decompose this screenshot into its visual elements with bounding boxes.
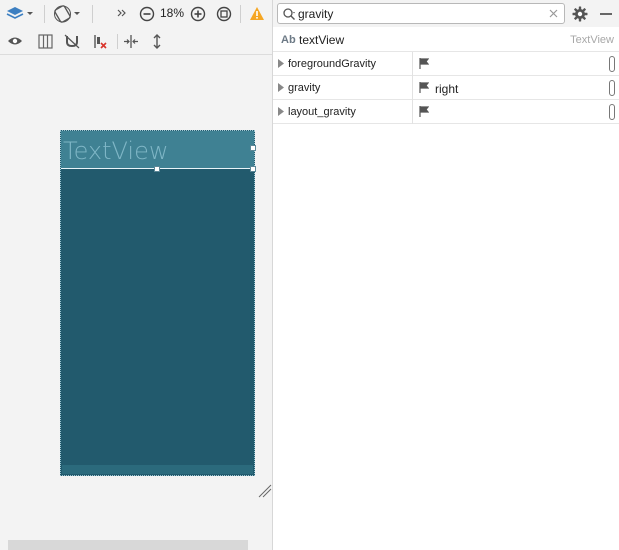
pack-horizontal-button[interactable] bbox=[122, 33, 139, 49]
constraint-toolbar bbox=[0, 28, 272, 55]
view-options-button[interactable] bbox=[6, 34, 24, 48]
expand-vertical-icon bbox=[153, 33, 161, 49]
autoconnect-toggle[interactable] bbox=[63, 33, 80, 49]
overflow-chevron-icon[interactable] bbox=[115, 6, 129, 20]
textview-type-icon: Ab bbox=[281, 34, 296, 46]
attribute-search-box[interactable] bbox=[277, 3, 565, 24]
eye-icon bbox=[8, 37, 22, 45]
right-resize-handle[interactable] bbox=[250, 145, 256, 151]
corner-resize-handle[interactable] bbox=[250, 166, 256, 172]
search-icon bbox=[283, 8, 295, 20]
magnet-off-icon bbox=[64, 34, 79, 48]
canvas-resize-grip[interactable] bbox=[258, 484, 272, 501]
zoom-fit-icon bbox=[216, 6, 231, 21]
attribute-edit-button[interactable] bbox=[609, 56, 615, 72]
search-input[interactable] bbox=[298, 6, 538, 22]
zoom-out-icon bbox=[139, 6, 154, 21]
columns-icon bbox=[37, 33, 53, 49]
expand-arrow-icon[interactable] bbox=[277, 59, 285, 68]
device-nav-bar bbox=[62, 465, 253, 474]
design-canvas[interactable]: TextView bbox=[0, 56, 272, 550]
zoom-out-button[interactable] bbox=[138, 5, 155, 22]
minimize-icon bbox=[600, 13, 612, 15]
component-type: TextView bbox=[570, 34, 614, 46]
warnings-button[interactable] bbox=[248, 5, 266, 22]
flag-icon bbox=[419, 82, 429, 93]
zoom-in-button[interactable] bbox=[189, 5, 206, 22]
orientation-button[interactable] bbox=[53, 4, 83, 24]
clear-constraints-icon bbox=[93, 34, 107, 49]
design-toolbar: 18% bbox=[0, 0, 272, 28]
flag-icon bbox=[419, 106, 429, 117]
minimize-panel-button[interactable] bbox=[598, 5, 614, 23]
clear-constraints-button[interactable] bbox=[91, 33, 108, 49]
horizontal-scrollbar[interactable] bbox=[8, 540, 248, 550]
selected-textview[interactable]: TextView bbox=[61, 131, 254, 169]
design-surface-button[interactable] bbox=[6, 5, 36, 23]
zoom-in-icon bbox=[190, 6, 205, 21]
expand-arrow-icon[interactable] bbox=[277, 83, 285, 92]
attributes-search-row bbox=[273, 0, 619, 27]
zoom-to-fit-button[interactable] bbox=[215, 5, 232, 22]
attributes-panel: Ab textView TextView foregroundGravity g… bbox=[273, 0, 619, 550]
attribute-edit-button[interactable] bbox=[609, 80, 615, 96]
gear-icon bbox=[572, 6, 588, 22]
design-pane: 18% TextView bbox=[0, 0, 272, 550]
zoom-level: 18% bbox=[160, 6, 185, 20]
attribute-name: layout_gravity bbox=[288, 106, 356, 118]
clear-search-icon[interactable] bbox=[548, 8, 559, 19]
expand-horizontal-icon bbox=[123, 34, 138, 48]
attribute-edit-button[interactable] bbox=[609, 104, 615, 120]
layers-icon bbox=[6, 7, 33, 19]
bottom-resize-handle[interactable] bbox=[154, 166, 160, 172]
device-frame[interactable]: TextView bbox=[60, 130, 256, 476]
flag-icon bbox=[419, 58, 429, 69]
attribute-row-foreground-gravity[interactable]: foregroundGravity bbox=[273, 52, 619, 76]
component-id: textView bbox=[299, 33, 345, 47]
warning-icon bbox=[250, 7, 264, 20]
expand-arrow-icon[interactable] bbox=[277, 107, 285, 116]
attribute-name: gravity bbox=[288, 82, 321, 94]
attribute-value[interactable]: right bbox=[435, 82, 458, 96]
attribute-row-gravity[interactable]: gravity right bbox=[273, 76, 619, 100]
textview-preview-text: TextView bbox=[63, 137, 169, 165]
layout-editor: 18% TextView gravity Ab textView TextVie… bbox=[0, 0, 619, 550]
selected-component-header: Ab textView TextView bbox=[273, 28, 619, 52]
layout-columns-button[interactable] bbox=[37, 33, 53, 49]
attribute-name: foregroundGravity bbox=[288, 58, 377, 70]
settings-button[interactable] bbox=[571, 5, 589, 23]
pack-vertical-button[interactable] bbox=[149, 33, 165, 49]
rotate-device-icon bbox=[54, 5, 80, 23]
attribute-row-layout-gravity[interactable]: layout_gravity bbox=[273, 100, 619, 124]
resize-grip-icon bbox=[258, 484, 272, 498]
